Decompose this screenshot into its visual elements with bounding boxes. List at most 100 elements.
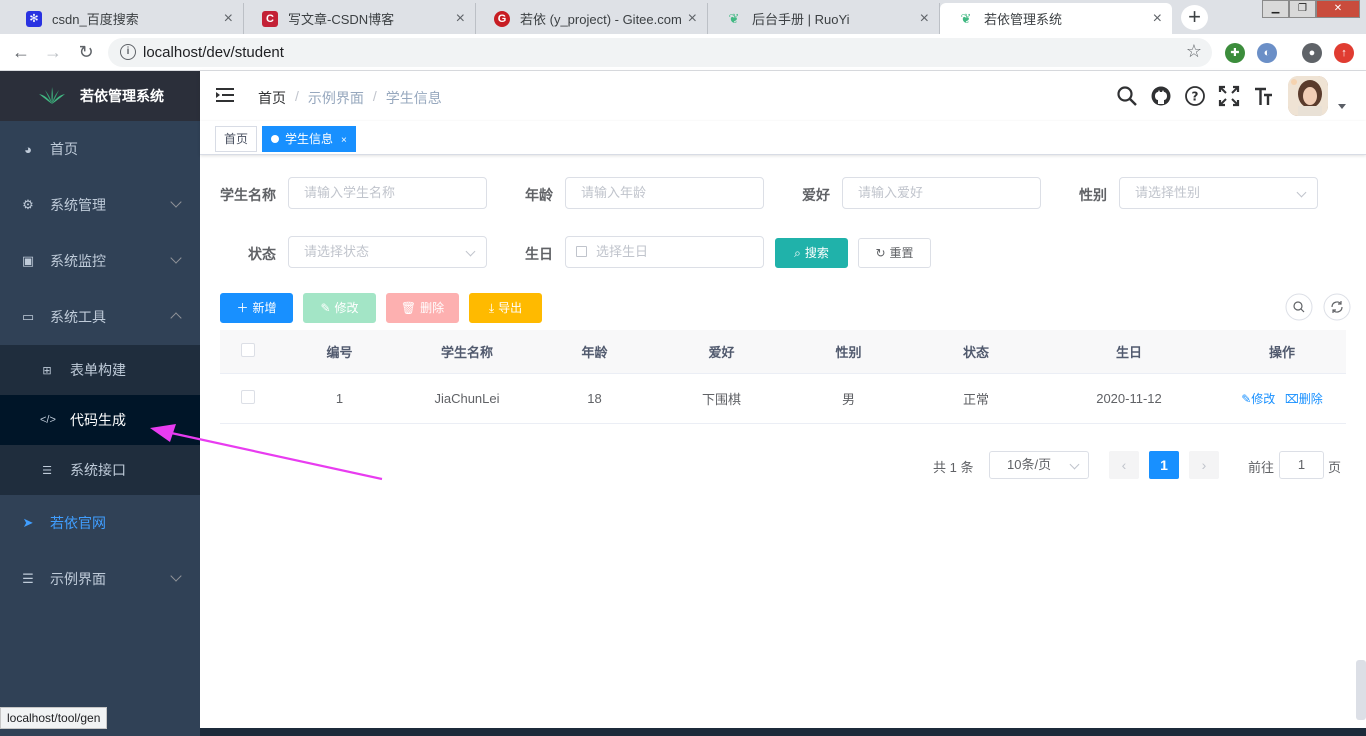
close-icon[interactable]: × [688, 10, 697, 28]
cell-name: JiaChunLei [434, 391, 500, 406]
name-label: 学生名称 [220, 187, 276, 203]
export-button-label: 导出 [498, 301, 523, 315]
birthday-datepicker[interactable]: 选择生日 [565, 236, 764, 268]
window-close-button[interactable]: ✕ [1316, 0, 1360, 18]
extension-icon[interactable]: ◐ [1257, 43, 1277, 63]
maximize-button[interactable]: ❐ [1289, 0, 1316, 18]
goto-page-input[interactable]: 1 [1279, 451, 1324, 479]
sidebar-item-form-builder[interactable]: ⊞ 表单构建 [0, 345, 200, 395]
status-select-placeholder: 请选择状态 [304, 244, 370, 259]
sidebar-item-label: 系统接口 [70, 462, 126, 478]
toggle-search-icon[interactable] [1285, 293, 1313, 321]
font-size-icon[interactable] [1252, 85, 1274, 107]
extension-icon[interactable]: ✚ [1225, 43, 1245, 63]
caret-down-icon[interactable] [1338, 104, 1346, 109]
page-size-select[interactable]: 10条/页 [989, 451, 1089, 479]
sidebar-item-home[interactable]: ◕ 首页 [0, 121, 200, 177]
prev-page-button[interactable]: ‹ [1109, 451, 1139, 479]
close-icon[interactable]: × [920, 10, 929, 28]
hobby-input[interactable]: 请输入爱好 [842, 177, 1041, 209]
back-arrow-icon[interactable]: ← [10, 41, 32, 63]
profile-icon[interactable]: ● [1302, 43, 1322, 63]
avatar[interactable] [1288, 76, 1328, 116]
reload-icon[interactable]: ↻ [75, 41, 97, 63]
browser-tab-title: 后台手册 | RuoYi [752, 12, 850, 27]
close-icon[interactable]: × [224, 10, 233, 28]
refresh-icon[interactable] [1323, 293, 1351, 321]
cell-hobby: 下围棋 [701, 392, 741, 407]
search-button-label: 搜索 [804, 246, 829, 260]
monitor-icon: ▣ [21, 253, 35, 268]
browser-tab-title: 写文章-CSDN博客 [288, 12, 395, 27]
search-icon[interactable] [1116, 85, 1138, 107]
cell-sex: 男 [841, 392, 855, 407]
delete-button[interactable]: 🗑 删除 [386, 293, 459, 323]
export-button[interactable]: ⤓ 导出 [469, 293, 542, 323]
list-icon: ☰ [22, 571, 34, 586]
browser-tab-csdn[interactable]: C 写文章-CSDN博客 × [244, 3, 476, 34]
address-bar[interactable]: i localhost/dev/student ☆ [108, 38, 1212, 67]
breadcrumb-item[interactable]: 首页 [258, 88, 286, 108]
fullscreen-icon[interactable] [1218, 85, 1240, 107]
sidebar-logo[interactable]: 若依管理系统 [0, 71, 200, 121]
row-edit-link[interactable]: ✎修改 [1241, 392, 1275, 406]
row-checkbox[interactable] [241, 390, 255, 404]
sidebar-item-system[interactable]: ⚙ 系统管理 [0, 177, 200, 233]
minimize-button[interactable]: ▁ [1262, 0, 1289, 18]
dashboard-icon: ◕ [24, 141, 32, 157]
tag-home[interactable]: 首页 [215, 126, 258, 152]
add-button[interactable]: ＋新增 [220, 293, 293, 323]
search-button[interactable]: ⌕ 搜索 [775, 238, 848, 268]
sidebar-item-monitor[interactable]: ▣ 系统监控 [0, 233, 200, 289]
row-edit-label: 修改 [1251, 392, 1276, 406]
status-select[interactable]: 请选择状态 [288, 236, 487, 268]
sidebar-item-tools[interactable]: ▭ 系统工具 [0, 289, 200, 345]
search-icon: ⌕ [794, 246, 801, 260]
select-all-checkbox[interactable] [241, 343, 255, 357]
browser-tab-baidu[interactable]: ✻ csdn_百度搜索 × [8, 3, 244, 34]
column-header: 年龄 [581, 345, 608, 360]
question-icon[interactable]: ? [1184, 85, 1206, 107]
ruoyi-leaf-icon [39, 87, 65, 104]
next-page-button[interactable]: › [1189, 451, 1219, 479]
close-icon[interactable]: × [1153, 10, 1162, 28]
forward-arrow-icon[interactable]: → [42, 41, 64, 63]
breadcrumb-separator: / [295, 88, 299, 104]
tag-student-info[interactable]: 学生信息 × [262, 126, 356, 152]
close-icon[interactable]: × [341, 135, 347, 146]
address-url[interactable]: localhost/dev/student [143, 44, 284, 61]
sidebar-item-website[interactable]: ➤ 若依官网 [0, 495, 200, 551]
new-tab-button[interactable]: + [1181, 5, 1208, 30]
bookmark-star-icon[interactable]: ☆ [1186, 41, 1202, 62]
page-number-button[interactable]: 1 [1149, 451, 1179, 479]
edit-button[interactable]: ✎ 修改 [303, 293, 376, 323]
edit-button-label: 修改 [334, 301, 359, 315]
update-icon[interactable]: ↑ [1334, 43, 1354, 63]
chevron-down-icon [170, 196, 182, 208]
ruoyi-leaf-icon: ❦ [960, 10, 972, 26]
github-icon[interactable] [1150, 85, 1172, 107]
chevron-down-icon [1296, 187, 1307, 198]
browser-tab-ruoyi-docs[interactable]: ❦ 后台手册 | RuoYi × [708, 3, 940, 34]
goto-prefix: 前往 [1248, 460, 1275, 475]
age-input[interactable]: 请输入年龄 [565, 177, 764, 209]
browser-tab-ruoyi-admin[interactable]: ❦ 若依管理系统 × [940, 3, 1172, 34]
browser-tab-gitee[interactable]: G 若依 (y_project) - Gitee.com × [476, 3, 708, 34]
hamburger-icon[interactable] [216, 87, 234, 103]
browser-tab-strip: ✻ csdn_百度搜索 × C 写文章-CSDN博客 × G 若依 (y_pro… [0, 0, 1366, 34]
sidebar-item-examples[interactable]: ☰ 示例界面 [0, 551, 200, 607]
info-icon[interactable]: i [120, 44, 136, 60]
cell-birthday: 2020-11-12 [1096, 391, 1162, 406]
student-name-input[interactable]: 请输入学生名称 [288, 177, 487, 209]
chevron-down-icon [465, 246, 476, 257]
sex-select[interactable]: 请选择性别 [1119, 177, 1318, 209]
close-icon[interactable]: × [456, 10, 465, 28]
column-header: 生日 [1115, 345, 1142, 360]
chevron-down-icon [170, 570, 182, 582]
browser-tab-title: 若依 (y_project) - Gitee.com [520, 12, 682, 27]
reset-button[interactable]: ↻ 重置 [858, 238, 931, 268]
trash-icon: ⌧ [1284, 392, 1299, 406]
pagination-total: 共 1 条 [933, 460, 974, 475]
row-delete-link[interactable]: ⌧删除 [1285, 392, 1323, 406]
scrollbar-thumb[interactable] [1356, 660, 1366, 720]
